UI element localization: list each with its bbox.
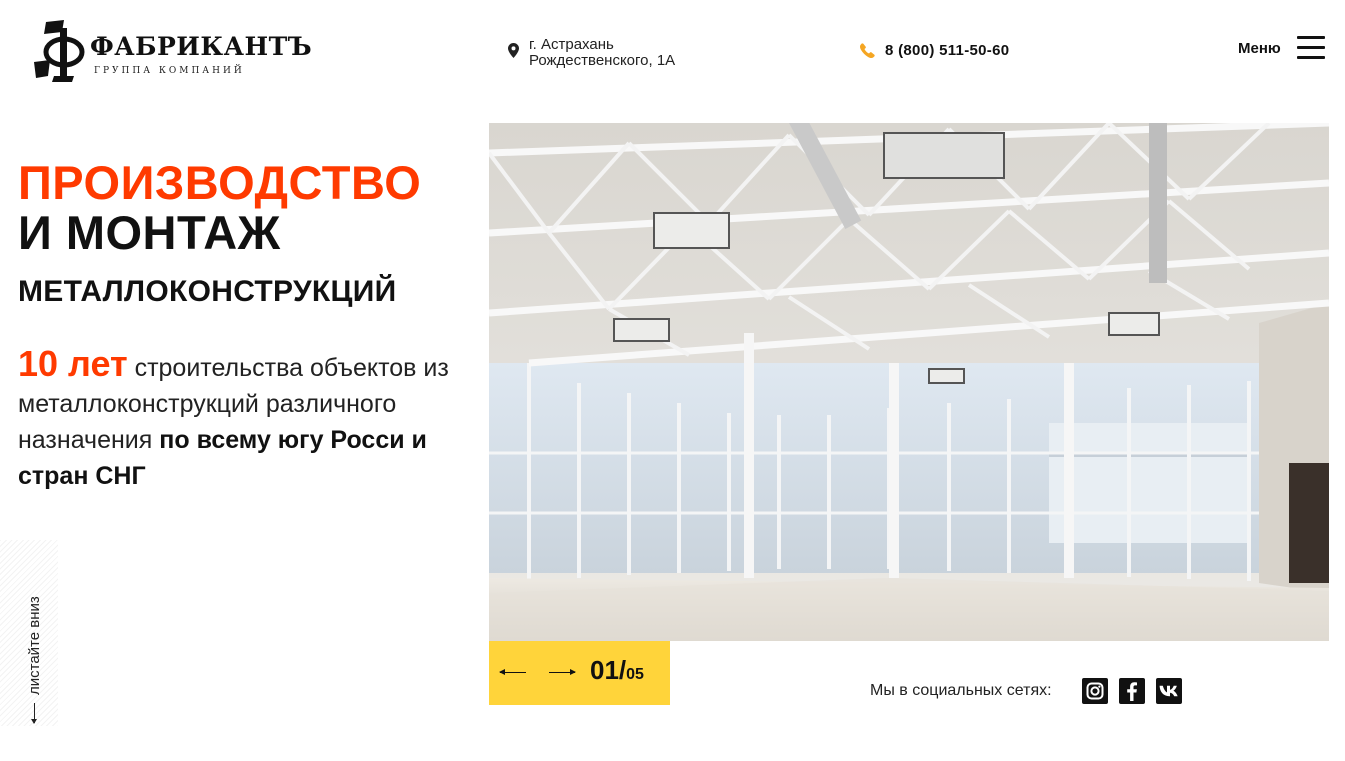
phone-number: 8 (800) 511-50-60 xyxy=(885,42,1010,59)
hero-highlight: 10 лет xyxy=(18,343,128,384)
hero-description: 10 лет строительства объектов из металло… xyxy=(18,346,478,494)
scroll-down-hint[interactable]: листайте вниз xyxy=(0,540,58,726)
slider-prev-arrow-icon[interactable] xyxy=(499,669,526,675)
slide-current: 01/ xyxy=(590,655,627,685)
hero-title-line1: ПРОИЗВОДСТВО xyxy=(18,156,422,209)
slider-next-arrow-icon[interactable] xyxy=(549,669,576,675)
slide-counter: 01/05 xyxy=(590,655,644,686)
hero-title-line3: МЕТАЛЛОКОНСТРУКЦИЙ xyxy=(18,275,397,308)
menu-button[interactable]: Меню xyxy=(1238,36,1325,60)
logo[interactable]: ФАБРИКАНТЪ ГРУППА КОМПАНИЙ xyxy=(34,20,312,82)
hamburger-icon xyxy=(1296,36,1325,60)
address-street: Рождественского, 1А xyxy=(529,52,676,69)
scroll-hint-label: листайте вниз xyxy=(26,596,43,695)
social-label: Мы в социальных сетях: xyxy=(870,682,1052,699)
facebook-icon[interactable] xyxy=(1118,678,1145,704)
logo-name: ФАБРИКАНТЪ xyxy=(90,32,313,61)
social-links: Мы в социальных сетях: xyxy=(870,678,1193,704)
menu-label: Меню xyxy=(1238,39,1281,57)
slide-total: 05 xyxy=(626,666,644,683)
slider-controls: 01/05 xyxy=(489,641,670,705)
logo-subtitle: ГРУППА КОМПАНИЙ xyxy=(94,66,245,76)
hero-title-line2: И МОНТАЖ xyxy=(18,206,281,259)
hero-image xyxy=(489,123,1329,641)
warehouse-interior-image xyxy=(489,123,1329,641)
phone-link[interactable]: 8 (800) 511-50-60 xyxy=(860,42,1009,59)
vk-icon[interactable] xyxy=(1155,678,1182,704)
address-city: г. Астрахань xyxy=(529,36,614,53)
address: г. Астрахань Рождественского, 1А xyxy=(508,37,675,69)
phone-icon xyxy=(860,43,875,58)
instagram-icon[interactable] xyxy=(1081,678,1108,704)
logo-emblem-icon xyxy=(34,20,85,82)
arrow-down-icon xyxy=(34,703,35,723)
location-pin-icon xyxy=(508,43,519,58)
